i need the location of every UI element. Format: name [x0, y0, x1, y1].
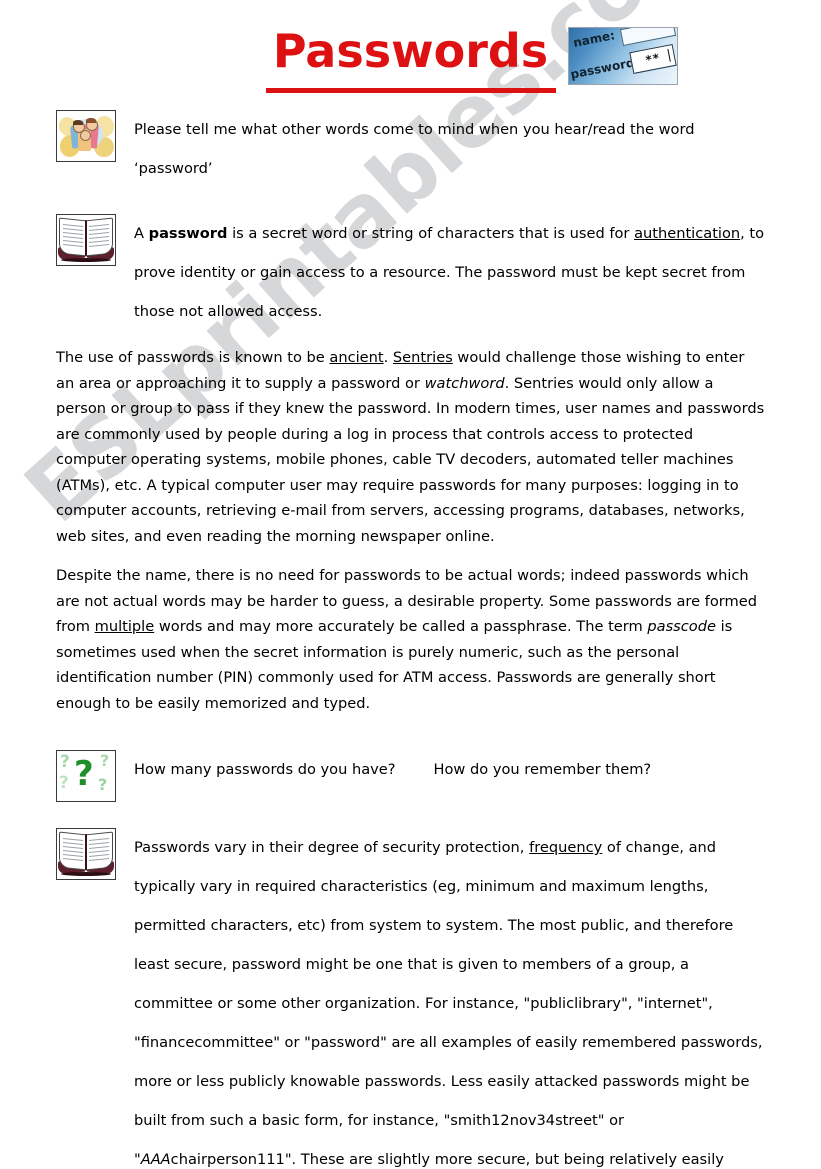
security-italic-aaa: AAA: [140, 1151, 171, 1168]
username-label-text: r name:: [568, 28, 617, 52]
definition-bold-password: password: [148, 225, 228, 242]
history-underline-ancient: ancient: [329, 349, 384, 366]
security-part-c: chairperson111". These are slightly more…: [170, 1151, 724, 1168]
definition-part-a: A: [134, 225, 149, 242]
history-italic-watchword: watchword: [424, 374, 505, 392]
login-screen-photo: r name: password: **: [568, 27, 678, 85]
security-part-a: Passwords vary in their degree of securi…: [134, 839, 530, 856]
questions-text: How many passwords do you have? How do yo…: [56, 750, 765, 789]
document-header: Passwords r name: password: **: [0, 0, 821, 110]
section-prompt: Please tell me what other words come to …: [56, 110, 765, 188]
password-masked-value: **: [644, 50, 662, 68]
text-caret: [667, 48, 671, 62]
security-underline-frequency: frequency: [529, 839, 603, 856]
definition-text: A password is a secret word or string of…: [56, 214, 765, 331]
title-underline: [265, 88, 556, 93]
section-questions: ? ? ? ? ? How many passwords do you have…: [56, 750, 765, 802]
history-underline-sentries: Sentries: [392, 349, 453, 366]
security-text: Passwords vary in their degree of securi…: [56, 828, 765, 1169]
worksheet-page: ESLprintables.com Passwords r name: pass…: [0, 0, 821, 1169]
naming-italic-passcode: passcode: [647, 618, 716, 635]
history-part-d: . Sentries would only allow a person or …: [56, 374, 765, 545]
history-part-a: The use of passwords is known to be: [56, 349, 330, 366]
history-part-b: .: [383, 349, 393, 366]
username-field-graphic: [619, 28, 677, 46]
definition-part-b: is a secret word or string of characters…: [227, 225, 635, 242]
people-talking-icon: [56, 110, 116, 162]
security-icon-row: Passwords vary in their degree of securi…: [56, 828, 765, 1169]
page-title: Passwords: [272, 24, 549, 78]
section-security: Passwords vary in their degree of securi…: [56, 828, 765, 1169]
section-naming: Despite the name, there is no need for p…: [56, 563, 765, 716]
question-1: How many passwords do you have?: [134, 761, 396, 778]
security-part-b: of change, and typically vary in require…: [134, 839, 763, 1168]
section-history: The use of passwords is known to be anci…: [56, 345, 765, 549]
prompt-text: Please tell me what other words come to …: [134, 121, 695, 177]
definition-underline-authentication: authentication: [634, 225, 741, 242]
naming-paragraph: Despite the name, there is no need for p…: [56, 563, 765, 716]
definition-icon-row: A password is a secret word or string of…: [56, 214, 765, 331]
history-paragraph: The use of passwords is known to be anci…: [56, 345, 765, 549]
naming-part-b: words and may more accurately be called …: [154, 618, 648, 635]
prompt-icon-row: Please tell me what other words come to …: [56, 110, 765, 188]
section-definition: A password is a secret word or string of…: [56, 214, 765, 331]
question-2: How do you remember them?: [433, 761, 652, 778]
open-book-icon-2: [56, 828, 116, 880]
document-content: Passwords r name: password: ** Please te…: [0, 0, 821, 1169]
green-question-marks-icon: ? ? ? ? ?: [56, 750, 116, 802]
password-field-graphic: **: [629, 44, 677, 74]
open-book-icon: [56, 214, 116, 266]
questions-icon-row: ? ? ? ? ? How many passwords do you have…: [56, 750, 765, 802]
naming-underline-multiple: multiple: [94, 618, 155, 635]
